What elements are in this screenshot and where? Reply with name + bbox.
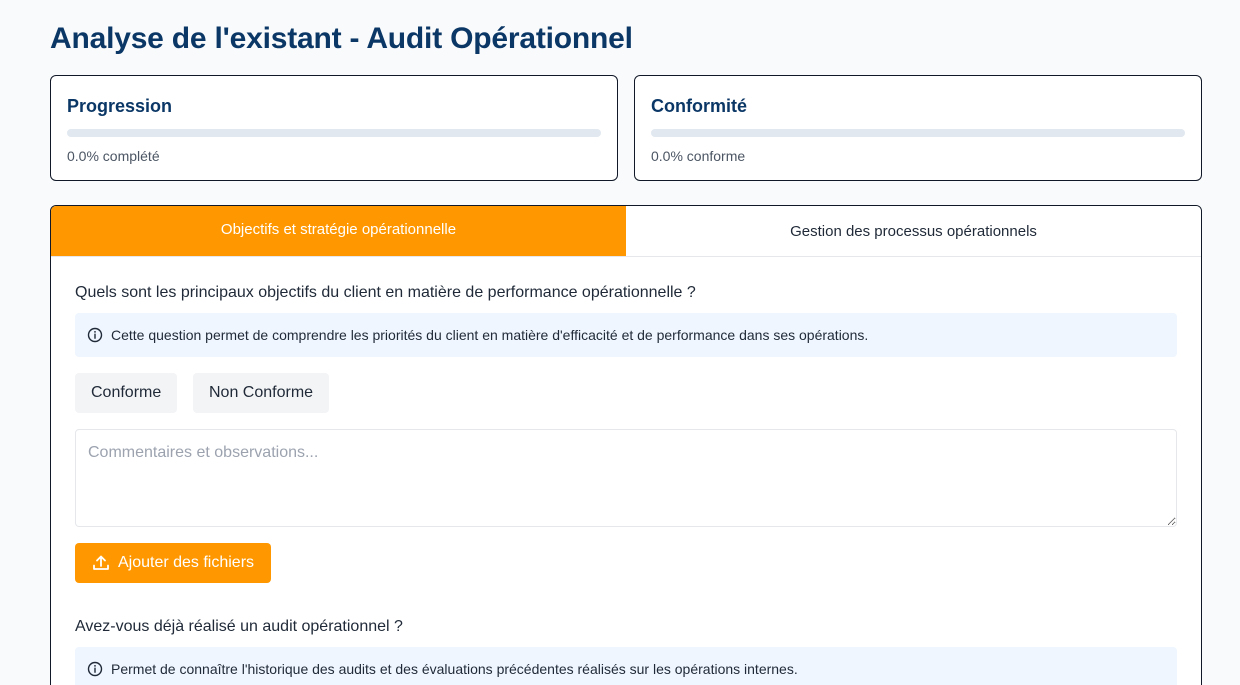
question-1-text: Quels sont les principaux objectifs du c… xyxy=(75,284,696,301)
conformite-text: 0.0% conforme xyxy=(651,148,746,164)
add-files-button[interactable]: Ajouter des fichiers xyxy=(75,543,271,583)
conformite-card: Conformité 0.0% conforme xyxy=(634,75,1202,181)
add-files-label: Ajouter des fichiers xyxy=(117,554,255,571)
conforme-button[interactable]: Conforme xyxy=(75,373,178,413)
progression-bar xyxy=(67,129,601,137)
progression-text: 0.0% complété xyxy=(67,148,160,164)
tab-objectifs-strategie[interactable]: Objectifs et stratégie opérationnelle xyxy=(51,206,626,256)
conformite-bar xyxy=(651,129,1185,137)
comments-textarea[interactable] xyxy=(75,429,1177,527)
tab-gestion-processus[interactable]: Gestion des processus opérationnels xyxy=(626,206,1201,256)
question-1-info-text: Cette question permet de comprendre les … xyxy=(111,327,869,343)
question-1-info: Cette question permet de comprendre les … xyxy=(75,313,1177,357)
upload-icon xyxy=(92,554,110,572)
question-2-info-text: Permet de connaître l'historique des aud… xyxy=(111,661,798,677)
progression-card: Progression 0.0% complété xyxy=(50,75,618,181)
question-2-info: Permet de connaître l'historique des aud… xyxy=(75,647,1177,685)
progression-title: Progression xyxy=(67,96,173,116)
page-title: Analyse de l'existant - Audit Opérationn… xyxy=(50,22,633,55)
tab-bar: Objectifs et stratégie opérationnelle Ge… xyxy=(51,206,1201,257)
conformite-title: Conformité xyxy=(651,96,747,116)
info-icon xyxy=(87,327,103,343)
info-icon xyxy=(87,661,103,677)
audit-panel: Objectifs et stratégie opérationnelle Ge… xyxy=(50,205,1202,685)
question-2-text: Avez-vous déjà réalisé un audit opératio… xyxy=(75,618,403,635)
non-conforme-button[interactable]: Non Conforme xyxy=(193,373,330,413)
